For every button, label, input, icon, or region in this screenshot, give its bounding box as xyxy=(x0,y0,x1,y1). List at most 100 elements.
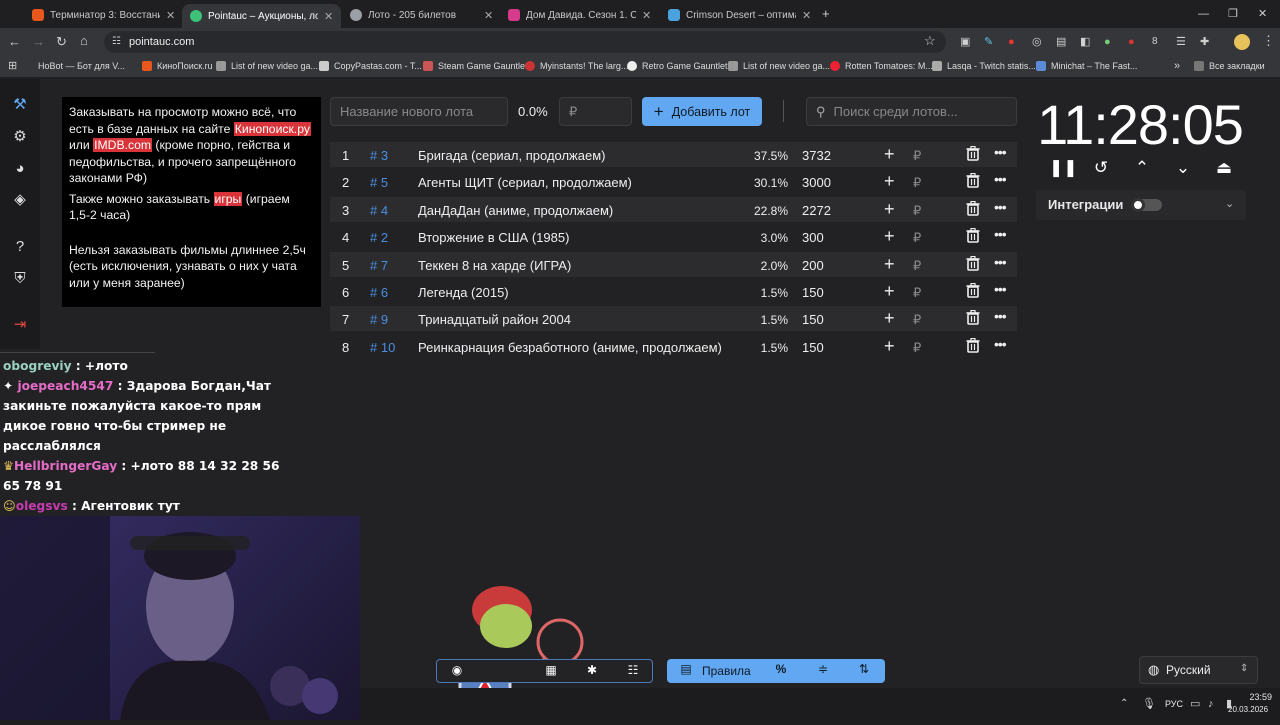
lot-row[interactable]: 5 # 7 Теккен 8 на харде (ИГРА) 2.0% 200 + ₽ ••• xyxy=(330,251,1017,277)
bookmark-item[interactable]: Minichat – The Fast... xyxy=(1036,61,1137,71)
add-amount-icon[interactable]: + xyxy=(884,171,895,192)
lot-id[interactable]: # 3 xyxy=(370,148,388,163)
lot-row[interactable]: 4 # 2 Вторжение в США (1985) 3.0% 300 + ₽ ••• xyxy=(330,224,1017,249)
home-icon[interactable]: ⌂ xyxy=(80,34,88,48)
extension-icon[interactable]: ● xyxy=(1128,35,1135,49)
ruble-icon[interactable]: ₽ xyxy=(913,285,921,301)
lot-row[interactable]: 2 # 5 Агенты ЩИТ (сериал, продолжаем) 30.1%… xyxy=(330,169,1017,194)
more-options-icon[interactable]: ••• xyxy=(994,199,1007,215)
layers-icon[interactable]: ◈ xyxy=(10,190,30,210)
bookmark-item[interactable]: List of new video ga... xyxy=(728,61,830,71)
site-info-icon[interactable]: ☷ xyxy=(112,35,121,49)
chevron-up-icon[interactable]: ⌃ xyxy=(1120,697,1128,711)
integrations-toggle[interactable] xyxy=(1131,198,1162,212)
lot-row[interactable]: 8 # 10 Реинкарнация безработного (аниме, п… xyxy=(330,334,1017,359)
maximize-icon[interactable]: ❐ xyxy=(1228,7,1238,21)
lot-id[interactable]: # 2 xyxy=(370,230,388,245)
more-options-icon[interactable]: ••• xyxy=(994,336,1007,352)
close-icon[interactable]: ✕ xyxy=(166,9,175,22)
gear-icon[interactable]: ⚙ xyxy=(10,127,30,147)
close-icon[interactable]: ✕ xyxy=(802,9,811,22)
tab-loto[interactable]: Лото - 205 билетов ✕ xyxy=(342,4,501,26)
shield-icon[interactable]: ⛨ xyxy=(10,269,30,289)
close-icon[interactable]: ✕ xyxy=(324,10,333,23)
more-options-icon[interactable]: ••• xyxy=(994,308,1007,324)
ruble-icon[interactable]: ₽ xyxy=(913,148,921,164)
menu-icon[interactable]: ⋮ xyxy=(1262,34,1275,48)
bookmark-item[interactable]: Rotten Tomatoes: M... xyxy=(830,61,933,71)
trash-icon[interactable] xyxy=(966,173,980,191)
lot-id[interactable]: # 9 xyxy=(370,312,388,327)
language-select[interactable]: ◍ Русский ⇕ xyxy=(1139,656,1258,684)
archive-icon[interactable]: ▦ xyxy=(541,663,561,679)
add-amount-icon[interactable]: + xyxy=(884,254,895,275)
lot-id[interactable]: # 6 xyxy=(370,285,388,300)
lot-name[interactable]: Вторжение в США (1985) xyxy=(418,230,569,245)
extension-icon[interactable]: ● xyxy=(1104,35,1111,49)
ruble-icon[interactable]: ₽ xyxy=(913,312,921,328)
trash-icon[interactable] xyxy=(966,337,980,356)
bookmark-item[interactable]: КиноПоиск.ru xyxy=(142,61,213,71)
more-bookmarks-icon[interactable]: » xyxy=(1174,59,1180,73)
lot-name[interactable]: Теккен 8 на харде (ИГРА) xyxy=(418,258,571,273)
lot-row[interactable]: 1 # 3 Бригада (сериал, продолжаем) 37.5% 373… xyxy=(330,142,1017,167)
logout-icon[interactable]: ⇥ xyxy=(10,315,30,335)
wheel-icon[interactable]: ◕ xyxy=(10,159,30,179)
chevron-up-icon[interactable]: ⌃ xyxy=(1131,157,1153,179)
microphone-icon[interactable]: 🎙 xyxy=(1142,697,1156,711)
tab-dom-davida[interactable]: Дом Давида. Сезон 1. Серия 8✕ xyxy=(500,4,659,26)
extension-icon[interactable]: 8 xyxy=(1152,35,1158,49)
more-options-icon[interactable]: ••• xyxy=(994,254,1007,270)
lot-row[interactable]: 7 # 9 Тринадцатый район 2004 1.5% 150 + ₽ ••• xyxy=(330,306,1017,332)
minimize-icon[interactable]: — xyxy=(1198,7,1209,21)
bookmark-item[interactable]: List of new video ga... xyxy=(216,61,318,71)
more-options-icon[interactable]: ••• xyxy=(994,281,1007,297)
clear-list-icon[interactable]: ☷ xyxy=(623,663,643,679)
avatar[interactable] xyxy=(1234,34,1250,50)
github-icon[interactable]: ◉ xyxy=(447,663,467,679)
chevron-down-icon[interactable]: ⌄ xyxy=(1225,197,1234,210)
trash-icon[interactable] xyxy=(966,310,980,328)
double-chevron-up-icon[interactable]: ⏏ xyxy=(1213,157,1235,179)
volume-icon[interactable]: ♪ xyxy=(1208,697,1214,711)
reset-icon[interactable]: ↺ xyxy=(1090,157,1112,179)
help-icon[interactable]: ? xyxy=(10,237,30,257)
add-amount-icon[interactable]: + xyxy=(884,144,895,165)
extension-icon[interactable]: ☰ xyxy=(1176,35,1186,49)
chevron-down-icon[interactable]: ⌄ xyxy=(1172,157,1194,179)
add-amount-icon[interactable]: + xyxy=(884,226,895,247)
bug-icon[interactable]: ✱ xyxy=(582,663,602,679)
add-amount-icon[interactable]: + xyxy=(884,308,895,329)
trash-icon[interactable] xyxy=(966,228,980,246)
lot-name[interactable]: Реинкарнация безработного (аниме, продол… xyxy=(418,340,722,355)
extension-icon[interactable]: ◧ xyxy=(1080,35,1090,49)
add-amount-icon[interactable]: + xyxy=(884,281,895,302)
lot-name[interactable]: ДанДаДан (аниме, продолжаем) xyxy=(418,203,613,218)
sort-icon[interactable]: ⇅ xyxy=(854,662,874,678)
all-bookmarks[interactable]: Все закладки xyxy=(1194,61,1265,71)
bookmark-item[interactable]: CopyPastas.com - T... xyxy=(319,61,422,71)
forward-icon[interactable]: → xyxy=(32,35,45,49)
trash-icon[interactable] xyxy=(966,145,980,164)
lot-row[interactable]: 6 # 6 Легенда (2015) 1.5% 150 + ₽ ••• xyxy=(330,279,1017,304)
tab-pointauc[interactable]: Pointauc – Аукционы, лотереи✕ xyxy=(182,4,342,28)
bookmark-item[interactable]: Lasqa - Twitch statis... xyxy=(932,61,1036,71)
lot-id[interactable]: # 7 xyxy=(370,258,388,273)
compress-icon[interactable]: ≑ xyxy=(813,662,833,678)
monitor-icon[interactable]: ▭ xyxy=(1190,697,1200,711)
tab-crimson-desert[interactable]: Crimson Desert – оптимальны✕ xyxy=(660,4,819,26)
integrations-panel[interactable]: Интеграции ⌄ xyxy=(1036,190,1246,220)
close-icon[interactable]: ✕ xyxy=(642,9,651,22)
apps-grid-icon[interactable]: ⊞ xyxy=(8,59,17,73)
ruble-icon[interactable]: ₽ xyxy=(913,340,921,356)
address-bar[interactable]: ☷ pointauc.com ☆ xyxy=(104,31,946,53)
trash-icon[interactable] xyxy=(966,200,980,219)
close-window-icon[interactable]: ✕ xyxy=(1258,7,1267,21)
lot-id[interactable]: # 4 xyxy=(370,203,388,218)
extension-icon[interactable]: ▣ xyxy=(960,35,970,49)
tab-terminator[interactable]: Терминатор 3: Восстание маш✕ xyxy=(24,4,183,26)
search-input[interactable]: ⚲ Поиск среди лотов... xyxy=(806,97,1017,126)
auction-gavel-icon[interactable]: ⚒ xyxy=(10,95,30,115)
lot-name[interactable]: Легенда (2015) xyxy=(418,285,509,300)
lot-id[interactable]: # 10 xyxy=(370,340,395,355)
